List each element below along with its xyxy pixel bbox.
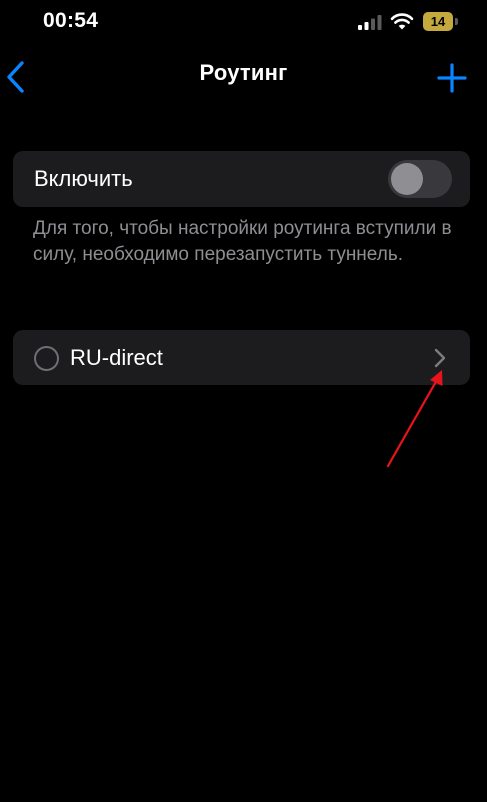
battery-level: 14 (423, 12, 453, 31)
enable-toggle[interactable] (388, 160, 452, 198)
route-radio-button[interactable] (34, 346, 59, 371)
route-row[interactable]: RU-direct (13, 330, 470, 385)
plus-icon[interactable] (437, 63, 467, 93)
chevron-right-icon[interactable] (433, 347, 447, 369)
wifi-icon (390, 13, 414, 30)
enable-footer-note: Для того, чтобы настройки роутинга вступ… (33, 218, 452, 265)
toggle-knob (391, 163, 423, 195)
status-bar: 00:54 14 (0, 0, 487, 44)
status-time: 00:54 (43, 9, 99, 32)
page-title: Роутинг (199, 60, 288, 85)
battery-tip (455, 18, 458, 25)
battery-icon: 14 (423, 12, 459, 31)
signal-icon (358, 15, 382, 30)
route-name: RU-direct (70, 345, 163, 370)
enable-label: Включить (34, 166, 133, 191)
enable-row: Включить (13, 151, 470, 207)
